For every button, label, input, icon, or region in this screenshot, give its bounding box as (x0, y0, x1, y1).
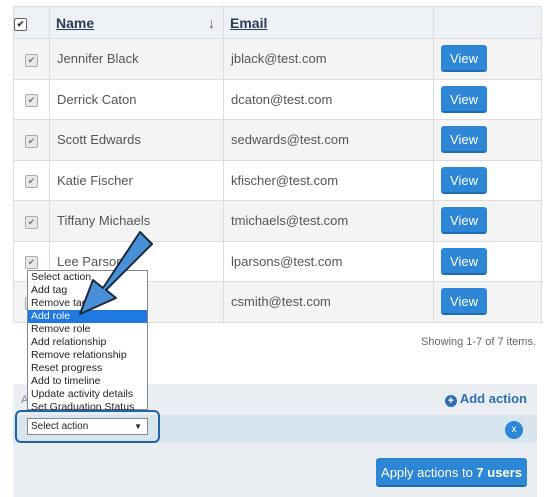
annotation-arrow-icon (79, 231, 153, 315)
